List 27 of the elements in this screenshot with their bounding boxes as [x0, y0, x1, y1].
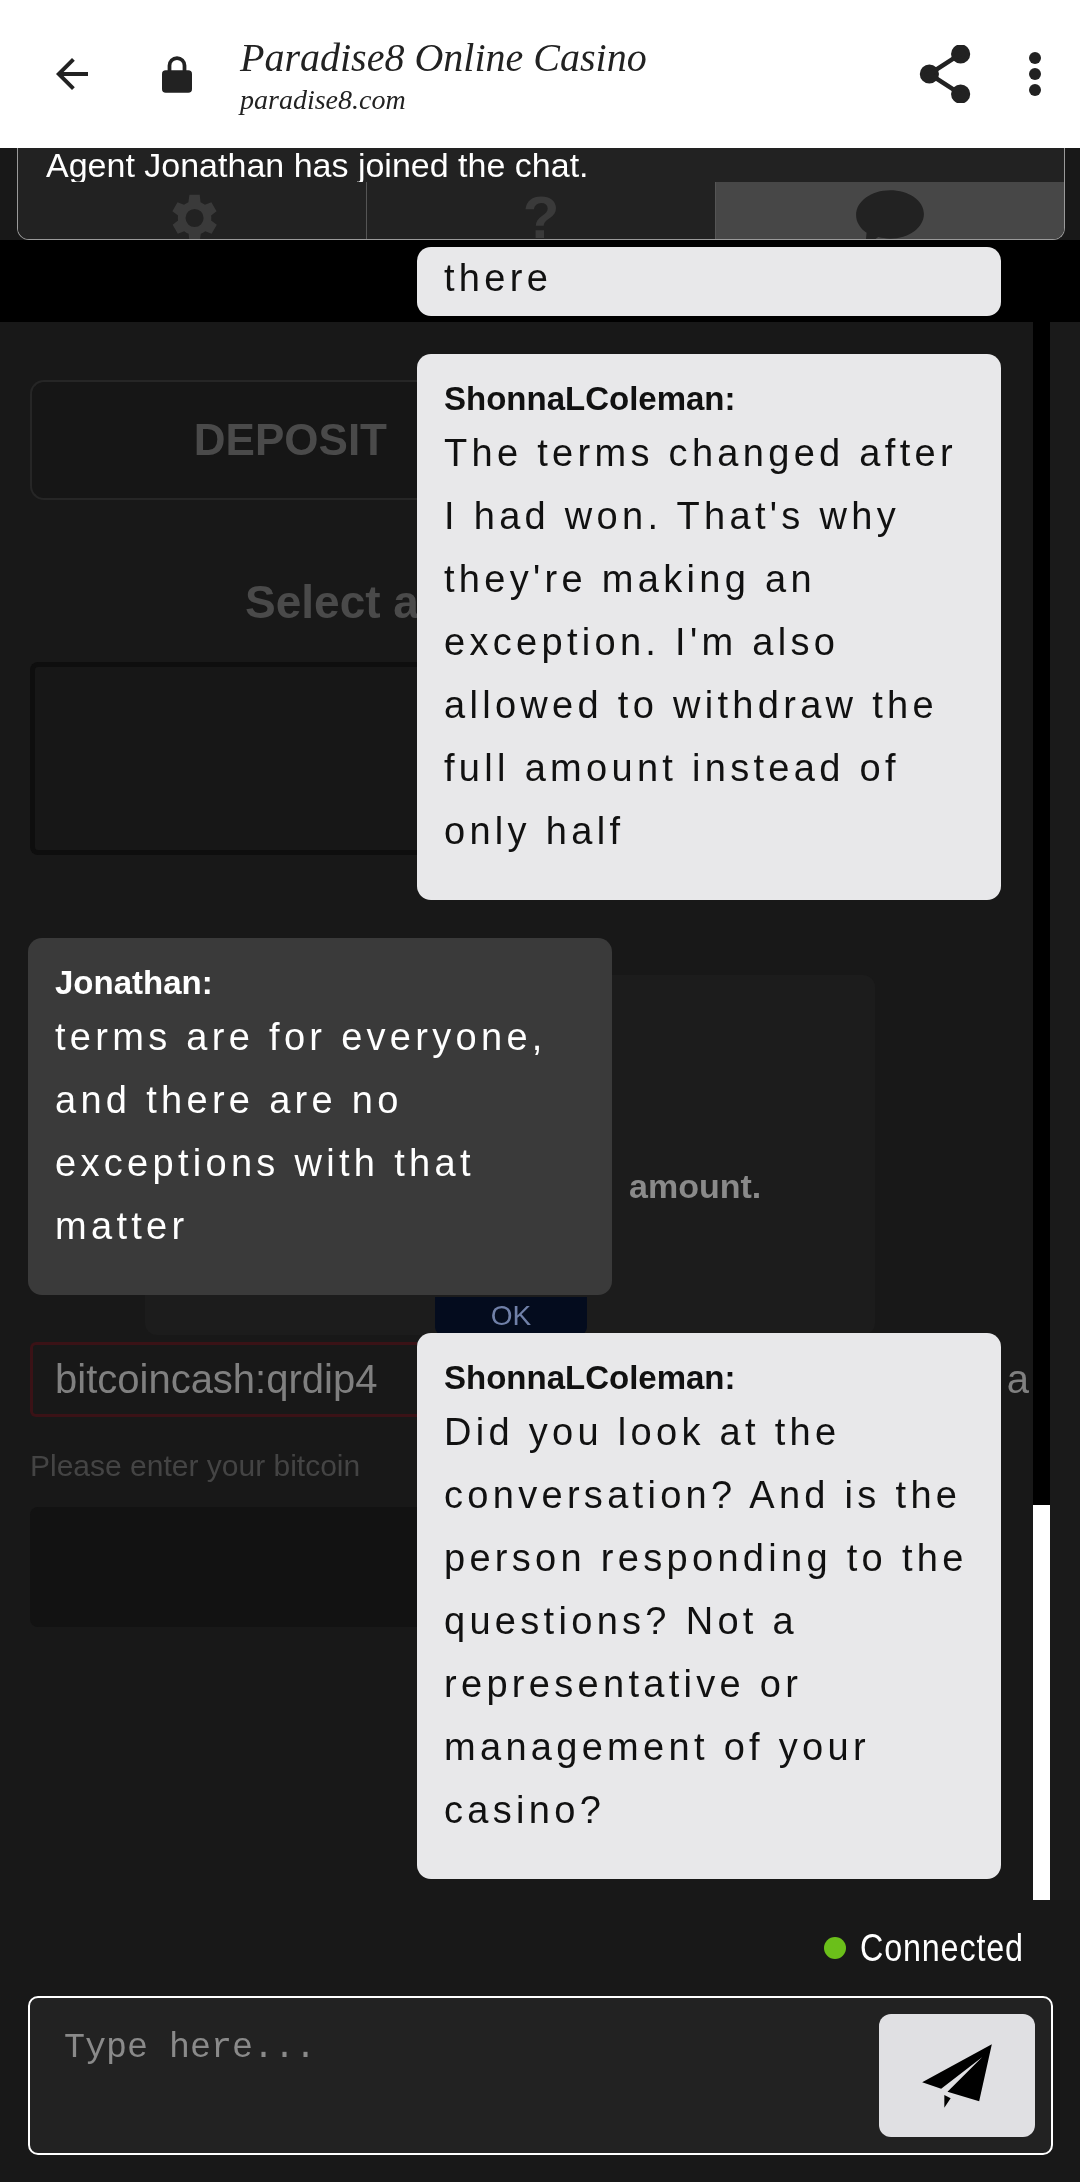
lock-icon [162, 55, 192, 93]
scrollbar-thumb[interactable] [1033, 1505, 1050, 1900]
join-notice: Agent Jonathan has joined the chat. [45, 148, 589, 182]
select-box[interactable] [30, 662, 417, 855]
chat-tab[interactable] [716, 182, 1064, 239]
status-label: Connected [860, 1926, 1025, 1970]
address-value-end: a [1006, 1357, 1029, 1402]
dialog-message: amount. [629, 1167, 762, 1206]
message-text: Did you look at the conversation? And is the person responding to the questions? Not a representative or management of your casino? [444, 1410, 969, 1833]
page-url: paradise8.com [240, 84, 407, 116]
address-field[interactable]: bitcoincash:qrdip4 [30, 1342, 417, 1417]
address-value: bitcoincash:qrdip4 [55, 1357, 378, 1402]
share-icon [918, 45, 972, 103]
send-button[interactable] [879, 2014, 1035, 2137]
message-input[interactable]: Type here... [30, 2014, 879, 2068]
message-sender: Jonathan: [55, 963, 214, 1003]
message-text: The terms changed after I had won. That's why they're making an exception. I'm also allowed to withdraw the full amount instead of only half [444, 431, 958, 854]
more-vertical-icon [1028, 51, 1042, 97]
message-text: terms are for everyone, and there are no exceptions with that matter [55, 1015, 548, 1249]
message-field[interactable]: Type here... [28, 1996, 1053, 2155]
message-text: there [444, 256, 554, 301]
submit-button[interactable] [30, 1507, 417, 1627]
chat-tab[interactable] [18, 182, 367, 239]
message-sender: ShonnaLColeman: [444, 1358, 737, 1398]
ok-button[interactable]: OK [435, 1297, 587, 1335]
message-sender: ShonnaLColeman: [444, 379, 737, 419]
page-title: Paradise8 Online Casino [240, 34, 648, 82]
